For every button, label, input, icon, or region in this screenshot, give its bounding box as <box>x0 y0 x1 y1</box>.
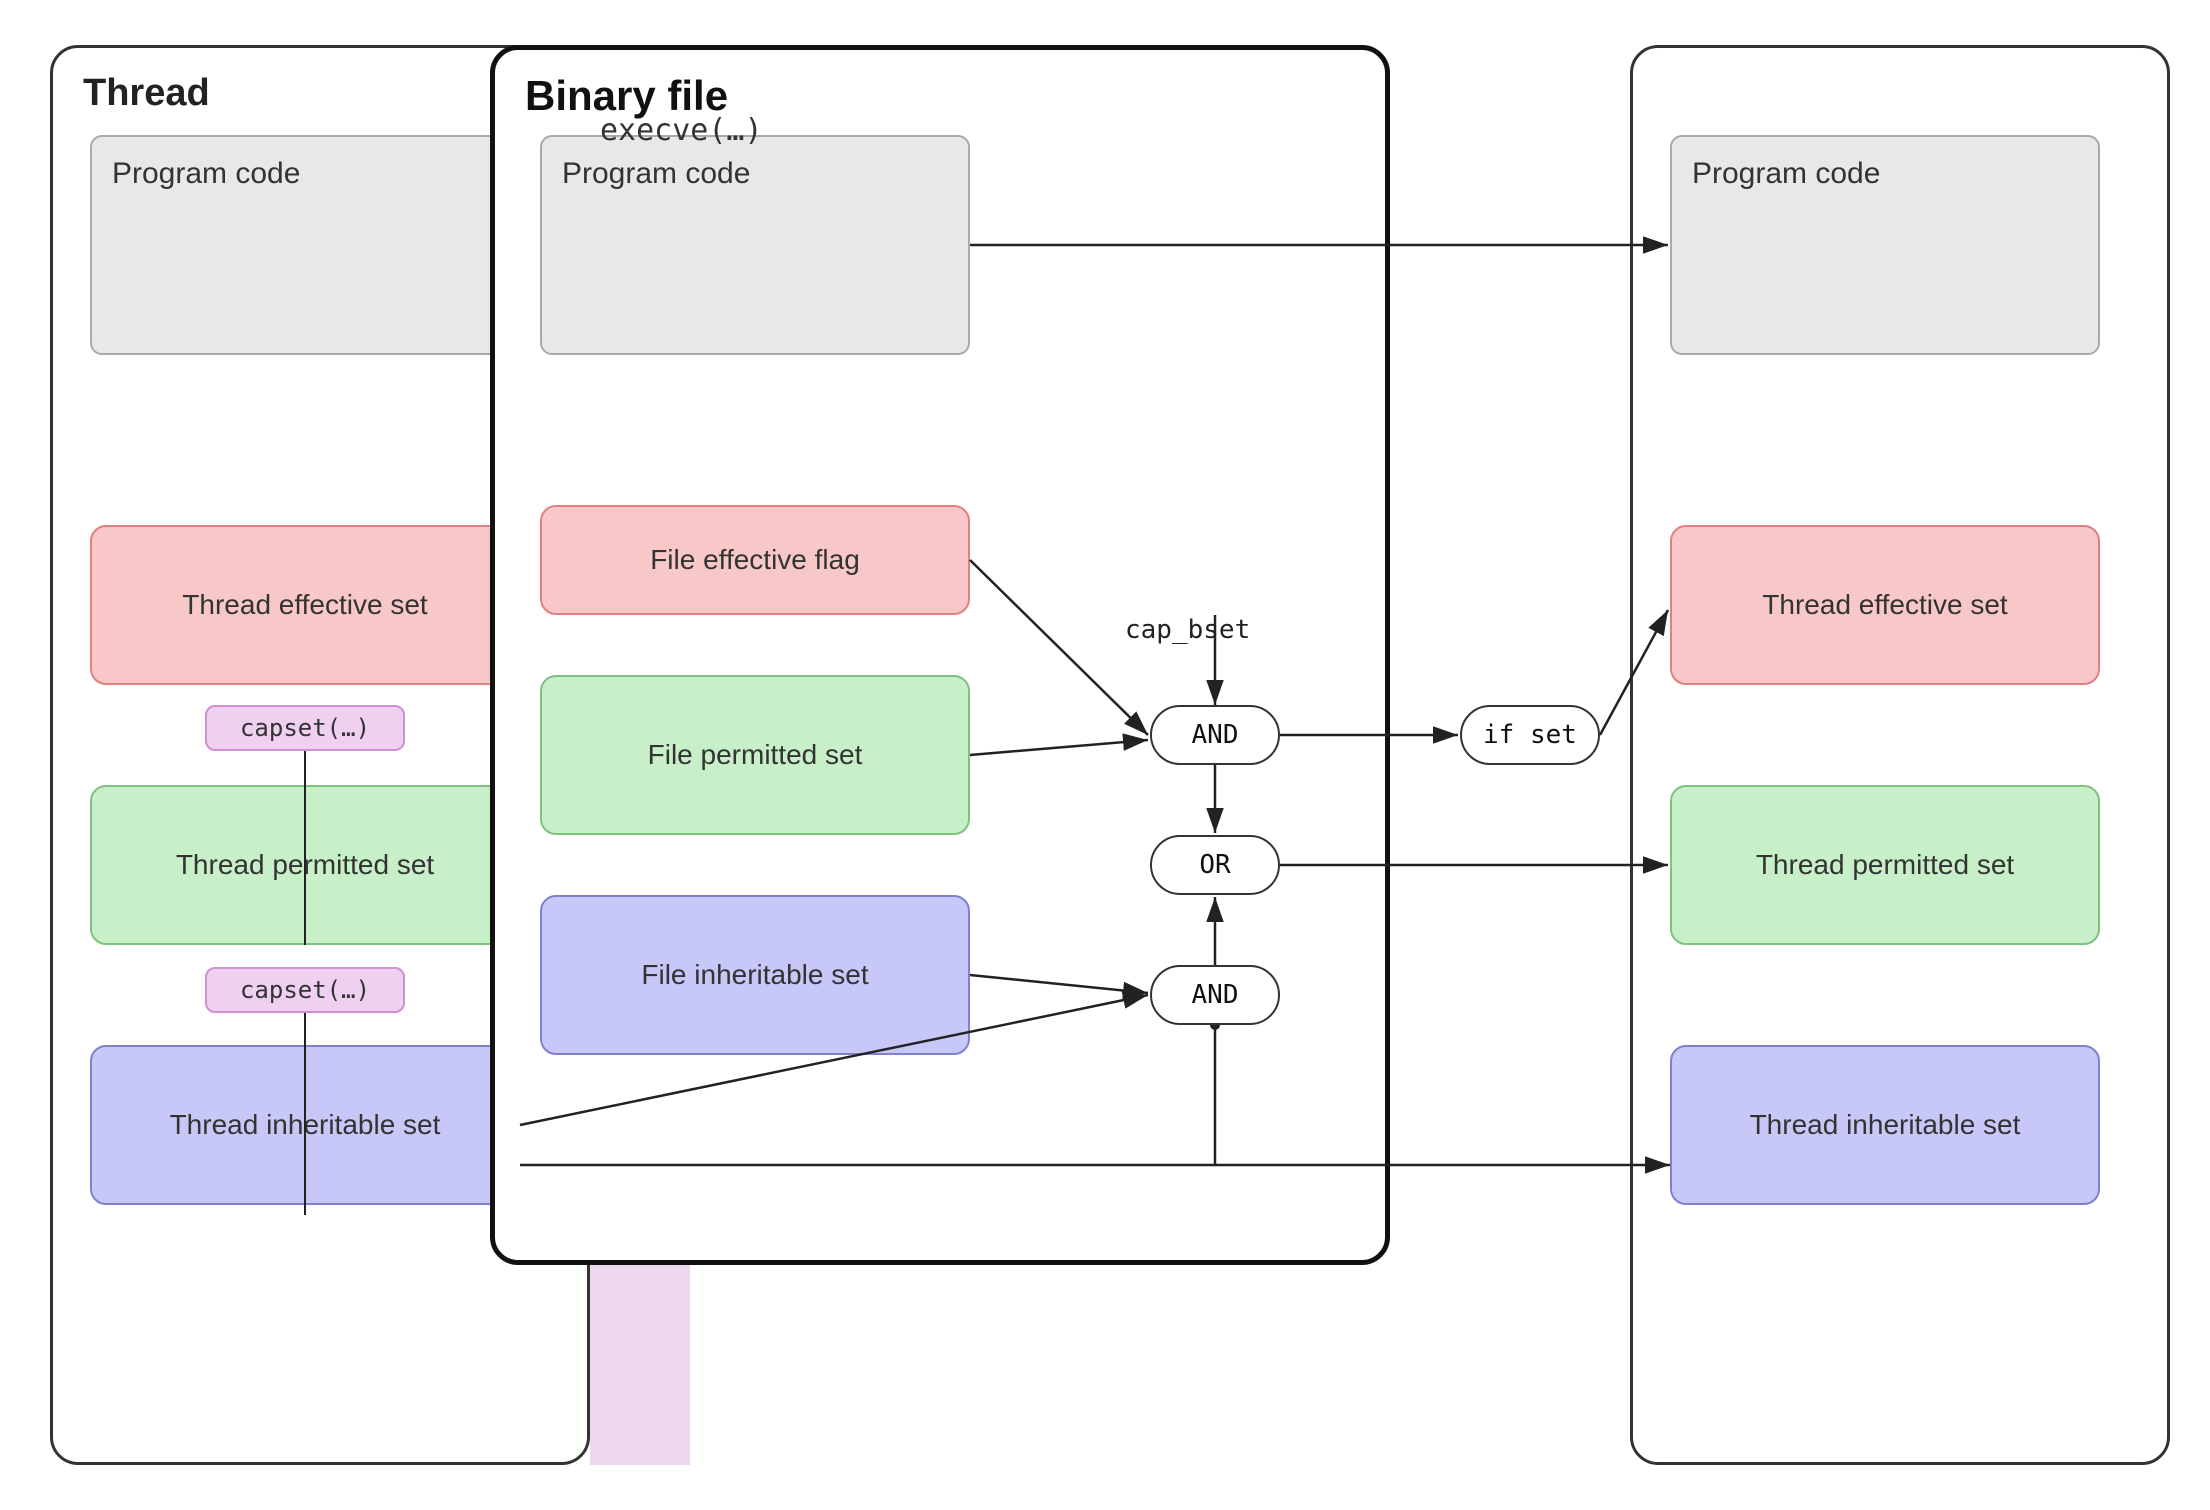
right-permitted-label: Thread permitted set <box>1756 849 2014 881</box>
right-inheritable-label: Thread inheritable set <box>1750 1109 2021 1141</box>
ifset-node: if set <box>1460 705 1600 765</box>
right-inheritable-box: Thread inheritable set <box>1670 1045 2100 1205</box>
binary-prog-label: Program code <box>562 157 750 191</box>
capset1-label: capset(…) <box>205 705 405 751</box>
file-effective-box: File effective flag <box>540 505 970 615</box>
right-prog-label: Program code <box>1692 157 1880 191</box>
thread-label: Thread <box>83 72 210 115</box>
right-prog-box: Program code <box>1670 135 2100 355</box>
execve-label: execve(…) <box>600 113 763 148</box>
right-permitted-box: Thread permitted set <box>1670 785 2100 945</box>
capset2-label: capset(…) <box>205 967 405 1013</box>
thread-effective-box: Thread effective set <box>90 525 520 685</box>
thread-prog-box: Program code <box>90 135 520 355</box>
thread-effective-label: Thread effective set <box>182 589 427 621</box>
thread-inheritable-label: Thread inheritable set <box>170 1109 441 1141</box>
and1-node: AND <box>1150 705 1280 765</box>
and2-node: AND <box>1150 965 1280 1025</box>
file-permitted-label: File permitted set <box>648 739 863 771</box>
thread-inheritable-box: Thread inheritable set <box>90 1045 520 1205</box>
cap-bset-label: cap_bset <box>1125 615 1250 645</box>
thread-permitted-label: Thread permitted set <box>176 849 434 881</box>
binary-prog-box: Program code <box>540 135 970 355</box>
or-node: OR <box>1150 835 1280 895</box>
thread-prog-label: Program code <box>112 157 300 191</box>
canvas: Thread Binary file execve(…) Program cod… <box>30 25 2180 1485</box>
file-inheritable-label: File inheritable set <box>641 959 868 991</box>
file-inheritable-box: File inheritable set <box>540 895 970 1055</box>
file-effective-label: File effective flag <box>650 544 860 576</box>
right-effective-label: Thread effective set <box>1762 589 2007 621</box>
right-effective-box: Thread effective set <box>1670 525 2100 685</box>
thread-permitted-box: Thread permitted set <box>90 785 520 945</box>
file-permitted-box: File permitted set <box>540 675 970 835</box>
